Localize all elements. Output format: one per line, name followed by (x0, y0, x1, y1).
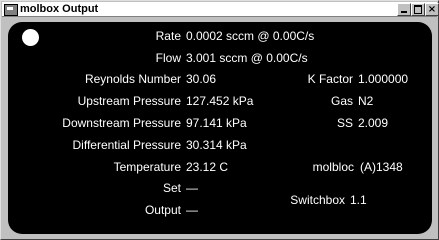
set-value: — (186, 181, 198, 195)
flow-value: 3.001 sccm @ 0.00C/s (186, 51, 308, 65)
differential-pressure-label: Differential Pressure (72, 138, 182, 152)
reynolds-number-value: 30.06 (186, 72, 217, 86)
switchbox-value: 1.1 (350, 193, 367, 207)
output-value: — (186, 203, 198, 217)
status-indicator-icon (22, 29, 39, 46)
reynolds-number-label: Reynolds Number (84, 72, 181, 86)
downstream-pressure-label: Downstream Pressure (62, 116, 181, 130)
window-menu-icon[interactable] (4, 4, 18, 16)
molbox-output-window: molbox Output × Rate 0.0002 sccm @ 0.00C… (0, 0, 439, 240)
readout-panel: Rate 0.0002 sccm @ 0.00C/s Flow 3.001 sc… (8, 22, 432, 234)
gas-label: Gas (330, 94, 353, 108)
k-factor-value: 1.000000 (358, 72, 409, 86)
maximize-button[interactable] (411, 3, 425, 16)
minimize-icon (401, 11, 407, 13)
differential-pressure-value: 30.314 kPa (186, 138, 247, 152)
close-button[interactable]: × (425, 3, 439, 16)
temperature-label: Temperature (113, 160, 181, 174)
upstream-pressure-label: Upstream Pressure (77, 94, 181, 108)
minimize-button[interactable] (397, 3, 411, 16)
close-icon: × (427, 4, 437, 15)
switchbox-label: Switchbox (290, 193, 345, 207)
window-title: molbox Output (20, 3, 99, 15)
flow-label: Flow (155, 51, 181, 65)
molbloc-value: (A)1348 (360, 160, 403, 174)
gas-value: N2 (358, 94, 374, 108)
maximize-icon (414, 5, 422, 14)
upstream-pressure-value: 127.452 kPa (186, 94, 254, 108)
set-label: Set (162, 181, 181, 195)
ss-label: SS (336, 116, 353, 130)
downstream-pressure-value: 97.141 kPa (186, 116, 247, 130)
molbloc-label: molbloc (312, 160, 354, 174)
k-factor-label: K Factor (307, 72, 353, 86)
title-bar[interactable]: molbox Output × (2, 2, 439, 17)
ss-value: 2.009 (358, 116, 389, 130)
output-label: Output (144, 203, 181, 217)
rate-value: 0.0002 sccm @ 0.00C/s (186, 29, 315, 43)
temperature-value: 23.12 C (186, 160, 229, 174)
rate-label: Rate (155, 29, 181, 43)
